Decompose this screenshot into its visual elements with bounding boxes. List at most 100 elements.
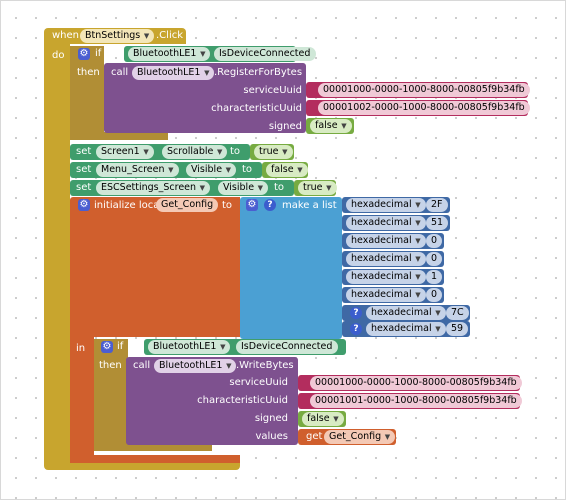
base-dropdown-hexadecimal[interactable]: hexadecimal ▼	[346, 216, 426, 230]
help-icon[interactable]: ?	[350, 323, 362, 335]
boolean-dropdown-false[interactable]: false ▼	[310, 119, 352, 133]
property-dropdown-scrollable[interactable]: Scrollable ▼	[162, 145, 228, 159]
chevron-down-icon: ▼	[220, 343, 226, 351]
get-variable-block[interactable]: get Get_Config ▼	[298, 429, 396, 445]
chevron-down-icon: ▼	[415, 273, 421, 281]
set-screen1-scrollable-block[interactable]: set Screen1 ▼ Scrollable ▼ to	[70, 144, 250, 160]
component-dropdown-bluetoothle1[interactable]: BluetoothLE1 ▼	[148, 340, 231, 354]
hex-value[interactable]: 59	[446, 322, 469, 336]
method-name: .RegisterForBytes	[214, 67, 303, 78]
gear-icon[interactable]: ⚙	[101, 341, 113, 353]
hex-item-block[interactable]: ? hexadecimal ▼ 59	[342, 321, 470, 337]
boolean-dropdown-true[interactable]: true ▼	[298, 181, 337, 195]
boolean-dropdown-true[interactable]: true ▼	[254, 145, 293, 159]
gear-icon[interactable]: ⚙	[78, 199, 90, 211]
set-escsettings-screen-visible-block[interactable]: set ESCSettings_Screen ▼ Visible ▼ to	[70, 180, 294, 196]
hex-item-block[interactable]: hexadecimal ▼ 51	[342, 215, 450, 231]
set-label: set	[76, 164, 92, 175]
gear-icon[interactable]: ⚙	[246, 199, 258, 211]
component-dropdown-menu-screen[interactable]: Menu_Screen ▼	[96, 163, 179, 177]
help-icon[interactable]: ?	[350, 307, 362, 319]
call-label: call	[111, 67, 129, 78]
hex-value[interactable]: 0	[426, 288, 443, 302]
call-writebytes-block[interactable]: call BluetoothLE1 ▼ .WriteBytes serviceUu…	[126, 357, 298, 445]
hex-item-block[interactable]: hexadecimal ▼ 0	[342, 233, 444, 249]
variable-dropdown-get-config[interactable]: Get_Config ▼	[324, 430, 396, 444]
boolean-false-block[interactable]: false ▼	[262, 162, 308, 178]
component-dropdown-btnsettings[interactable]: BtnSettings ▼	[80, 29, 155, 43]
characteristic-uuid-label: characteristicUuid	[211, 103, 302, 114]
service-uuid-value[interactable]: 00001000-0000-1000-8000-00805f9b34fb	[318, 83, 530, 97]
set-label: set	[76, 182, 92, 193]
hex-value[interactable]: 0	[426, 234, 443, 248]
signed-boolean-block[interactable]: false ▼	[298, 411, 346, 427]
base-dropdown-hexadecimal[interactable]: hexadecimal ▼	[346, 252, 426, 266]
property-dropdown-visible[interactable]: Visible ▼	[186, 163, 237, 177]
local-variable-name[interactable]: Get_Config	[156, 198, 219, 212]
ble-isdeviceconnected-getter-2[interactable]: BluetoothLE1 ▼ IsDeviceConnected	[144, 339, 346, 355]
boolean-value: false	[315, 120, 338, 131]
chevron-down-icon: ▼	[200, 50, 206, 58]
characteristic-uuid-text-block[interactable]: 00001002-0000-1000-8000-00805f9b34fb	[306, 100, 530, 116]
set-menu-screen-visible-block[interactable]: set Menu_Screen ▼ Visible ▼ to	[70, 162, 262, 178]
event-block-btnsettings-click[interactable]: when BtnSettings ▼ .Click	[44, 28, 186, 44]
property-dropdown-isdeviceconnected[interactable]: IsDeviceConnected	[214, 47, 317, 61]
initialize-local-block[interactable]	[70, 197, 240, 337]
signed-boolean-block[interactable]: false ▼	[306, 118, 354, 134]
hex-item-block[interactable]: hexadecimal ▼ 0	[342, 287, 444, 303]
base-dropdown-hexadecimal[interactable]: hexadecimal ▼	[346, 288, 426, 302]
component-dropdown-bluetoothle1[interactable]: BluetoothLE1 ▼	[154, 359, 237, 373]
hex-item-block[interactable]: hexadecimal ▼ 2F	[342, 197, 450, 213]
base-dropdown-hexadecimal[interactable]: hexadecimal ▼	[366, 306, 446, 320]
hex-item-block[interactable]: hexadecimal ▼ 1	[342, 269, 444, 285]
base-dropdown-hexadecimal[interactable]: hexadecimal ▼	[346, 234, 426, 248]
property-dropdown-visible[interactable]: Visible ▼	[218, 181, 269, 195]
component-name: BtnSettings	[85, 30, 141, 41]
component-dropdown-bluetoothle1[interactable]: BluetoothLE1 ▼	[132, 66, 215, 80]
hex-item-block[interactable]: ? hexadecimal ▼ 7C	[342, 305, 470, 321]
help-icon[interactable]: ?	[264, 199, 276, 211]
make-a-list-label: make a list	[282, 200, 337, 211]
hex-item-block[interactable]: hexadecimal ▼ 0	[342, 251, 444, 267]
chevron-down-icon: ▼	[204, 69, 210, 77]
property-dropdown-isdeviceconnected[interactable]: IsDeviceConnected	[236, 340, 339, 354]
service-uuid-value[interactable]: 00001000-0000-1000-8000-00805f9b34fb	[310, 376, 522, 390]
chevron-down-icon: ▼	[226, 362, 232, 370]
hex-value[interactable]: 2F	[426, 198, 448, 212]
in-label: in	[76, 343, 86, 354]
boolean-true-block[interactable]: true ▼	[250, 144, 294, 160]
component-dropdown-screen1[interactable]: Screen1 ▼	[96, 145, 154, 159]
call-label: call	[133, 360, 151, 371]
component-name: Menu_Screen	[101, 164, 165, 175]
boolean-true-block[interactable]: true ▼	[294, 180, 337, 196]
hex-value[interactable]: 51	[426, 216, 449, 230]
hex-value[interactable]: 0	[426, 252, 443, 266]
boolean-dropdown-false[interactable]: false ▼	[302, 412, 344, 426]
chevron-down-icon: ▼	[225, 166, 232, 174]
boolean-dropdown-false[interactable]: false ▼	[266, 163, 308, 177]
hex-value[interactable]: 1	[426, 270, 443, 284]
component-name: ESCSettings_Screen	[101, 182, 197, 193]
call-registerforbytes-block[interactable]: call BluetoothLE1 ▼ .RegisterForBytes ser…	[104, 63, 306, 133]
do-label: do	[52, 50, 65, 61]
characteristic-uuid-value[interactable]: 00001001-0000-1000-8000-00805f9b34fb	[310, 394, 522, 408]
initialize-local-label: initialize local	[94, 200, 163, 211]
service-uuid-text-block[interactable]: 00001000-0000-1000-8000-00805f9b34fb	[306, 82, 530, 98]
ble-isdeviceconnected-getter-1[interactable]: BluetoothLE1 ▼ IsDeviceConnected	[124, 46, 317, 62]
component-dropdown-bluetoothle1[interactable]: BluetoothLE1 ▼	[128, 47, 211, 61]
characteristic-uuid-text-block[interactable]: 00001001-0000-1000-8000-00805f9b34fb	[298, 393, 522, 409]
chevron-down-icon: ▼	[199, 184, 206, 192]
property-name: Visible	[223, 182, 255, 193]
base-dropdown-hexadecimal[interactable]: hexadecimal ▼	[366, 322, 446, 336]
component-dropdown-escsettings-screen[interactable]: ESCSettings_Screen ▼	[96, 181, 211, 195]
if-label: if	[117, 341, 124, 352]
if-block-1-foot	[70, 132, 168, 140]
gear-icon[interactable]: ⚙	[78, 48, 90, 60]
make-a-list-block[interactable]: ⚙ ? make a list	[240, 197, 342, 339]
characteristic-uuid-value[interactable]: 00001002-0000-1000-8000-00805f9b34fb	[318, 101, 530, 115]
service-uuid-text-block[interactable]: 00001000-0000-1000-8000-00805f9b34fb	[298, 375, 522, 391]
base-dropdown-hexadecimal[interactable]: hexadecimal ▼	[346, 198, 426, 212]
hex-value[interactable]: 7C	[446, 306, 469, 320]
base-dropdown-hexadecimal[interactable]: hexadecimal ▼	[346, 270, 426, 284]
chevron-down-icon: ▼	[415, 291, 421, 299]
